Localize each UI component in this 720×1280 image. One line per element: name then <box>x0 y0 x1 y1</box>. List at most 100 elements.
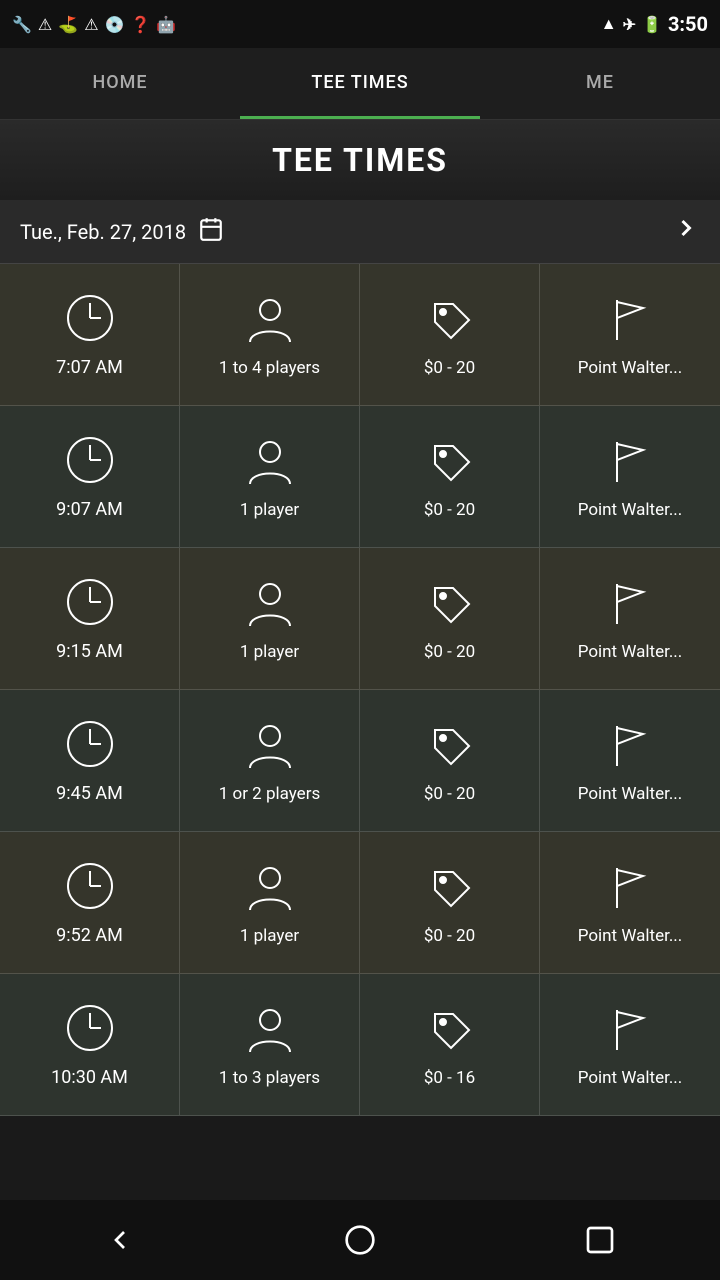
players-value: 1 player <box>240 642 299 662</box>
price-tag-icon <box>423 576 477 634</box>
players-value: 1 or 2 players <box>219 784 321 804</box>
time-cell: 9:45 AM <box>0 690 180 831</box>
clock-icon <box>63 717 117 775</box>
price-cell: $0 - 16 <box>360 974 540 1115</box>
android-icon: 🤖 <box>156 15 176 34</box>
price-value: $0 - 20 <box>424 784 475 804</box>
course-value: Point Walter... <box>578 642 683 662</box>
players-value: 1 to 3 players <box>219 1068 320 1088</box>
back-button[interactable] <box>90 1210 150 1270</box>
wrench-icon: 🔧 <box>12 15 32 34</box>
player-icon <box>243 718 297 776</box>
course-value: Point Walter... <box>578 1068 683 1088</box>
player-icon <box>243 434 297 492</box>
players-cell: 1 player <box>180 548 360 689</box>
disc-icon: 💿 <box>105 15 125 34</box>
tab-home[interactable]: HOME <box>0 48 240 119</box>
recent-button[interactable] <box>570 1210 630 1270</box>
player-icon <box>243 860 297 918</box>
price-tag-icon <box>423 860 477 918</box>
player-icon <box>243 292 297 350</box>
time-cell: 9:15 AM <box>0 548 180 689</box>
price-cell: $0 - 20 <box>360 832 540 973</box>
warning-icon: ⚠ <box>38 15 52 34</box>
date-display: Tue., Feb. 27, 2018 <box>20 216 224 248</box>
page-title-bar: TEE TIMES <box>0 120 720 200</box>
airplane-icon: ✈ <box>623 15 636 34</box>
wifi-icon: ▲ <box>601 14 617 34</box>
bottom-nav <box>0 1200 720 1280</box>
tee-row[interactable]: 9:15 AM 1 player $0 - 20 Point Walter... <box>0 548 720 690</box>
tee-row[interactable]: 9:52 AM 1 player $0 - 20 Point Walter... <box>0 832 720 974</box>
clock-icon <box>63 1001 117 1059</box>
status-icons-left: 🔧 ⚠ ⛳ ⚠ 💿 ❓ 🤖 <box>12 15 176 34</box>
flag-icon <box>603 434 657 492</box>
price-cell: $0 - 20 <box>360 548 540 689</box>
clock-icon <box>63 859 117 917</box>
course-cell: Point Walter... <box>540 548 720 689</box>
time-cell: 9:07 AM <box>0 406 180 547</box>
player-icon <box>243 576 297 634</box>
price-tag-icon <box>423 434 477 492</box>
battery-icon: 🔋 <box>642 15 662 34</box>
players-cell: 1 to 3 players <box>180 974 360 1115</box>
tee-row[interactable]: 7:07 AM 1 to 4 players $0 - 20 Point Wal… <box>0 264 720 406</box>
time-value: 9:15 AM <box>56 641 123 662</box>
tee-row[interactable]: 10:30 AM 1 to 3 players $0 - 16 Point Wa… <box>0 974 720 1116</box>
flag-icon <box>603 718 657 776</box>
tee-times-table: 7:07 AM 1 to 4 players $0 - 20 Point Wal… <box>0 264 720 1116</box>
warning2-icon: ⚠ <box>84 15 98 34</box>
status-icons-right: ▲ ✈ 🔋 3:50 <box>601 12 708 36</box>
price-value: $0 - 20 <box>424 642 475 662</box>
course-cell: Point Walter... <box>540 832 720 973</box>
date-row: Tue., Feb. 27, 2018 <box>0 200 720 264</box>
price-tag-icon <box>423 292 477 350</box>
page-title: TEE TIMES <box>272 141 448 179</box>
players-value: 1 player <box>240 926 299 946</box>
clock-icon <box>63 291 117 349</box>
time-value: 9:52 AM <box>56 925 123 946</box>
status-time: 3:50 <box>668 12 708 36</box>
price-tag-icon <box>423 1002 477 1060</box>
clock-icon <box>63 433 117 491</box>
course-cell: Point Walter... <box>540 974 720 1115</box>
players-value: 1 to 4 players <box>219 358 320 378</box>
time-value: 7:07 AM <box>56 357 123 378</box>
course-cell: Point Walter... <box>540 406 720 547</box>
course-cell: Point Walter... <box>540 264 720 405</box>
flag-icon <box>603 292 657 350</box>
players-cell: 1 to 4 players <box>180 264 360 405</box>
flag-icon <box>603 576 657 634</box>
price-cell: $0 - 20 <box>360 406 540 547</box>
course-value: Point Walter... <box>578 500 683 520</box>
nav-tabs: HOME TEE TIMES ME <box>0 48 720 120</box>
tab-tee-times[interactable]: TEE TIMES <box>240 48 480 119</box>
course-value: Point Walter... <box>578 358 683 378</box>
players-cell: 1 or 2 players <box>180 690 360 831</box>
status-bar: 🔧 ⚠ ⛳ ⚠ 💿 ❓ 🤖 ▲ ✈ 🔋 3:50 <box>0 0 720 48</box>
players-value: 1 player <box>240 500 299 520</box>
calendar-icon[interactable] <box>198 216 224 248</box>
players-cell: 1 player <box>180 406 360 547</box>
time-cell: 9:52 AM <box>0 832 180 973</box>
golf-icon: ⛳ <box>58 15 78 34</box>
next-date-button[interactable] <box>672 214 700 249</box>
flag-icon <box>603 1002 657 1060</box>
price-tag-icon <box>423 718 477 776</box>
tee-row[interactable]: 9:07 AM 1 player $0 - 20 Point Walter... <box>0 406 720 548</box>
time-value: 9:45 AM <box>56 783 123 804</box>
course-value: Point Walter... <box>578 926 683 946</box>
tab-me[interactable]: ME <box>480 48 720 119</box>
time-value: 10:30 AM <box>51 1067 128 1088</box>
time-cell: 7:07 AM <box>0 264 180 405</box>
price-cell: $0 - 20 <box>360 690 540 831</box>
flag-icon <box>603 860 657 918</box>
home-button[interactable] <box>330 1210 390 1270</box>
player-icon <box>243 1002 297 1060</box>
tee-row[interactable]: 9:45 AM 1 or 2 players $0 - 20 Point Wal… <box>0 690 720 832</box>
date-text: Tue., Feb. 27, 2018 <box>20 220 186 244</box>
players-cell: 1 player <box>180 832 360 973</box>
price-value: $0 - 16 <box>424 1068 475 1088</box>
time-value: 9:07 AM <box>56 499 123 520</box>
question-icon: ❓ <box>130 15 150 34</box>
